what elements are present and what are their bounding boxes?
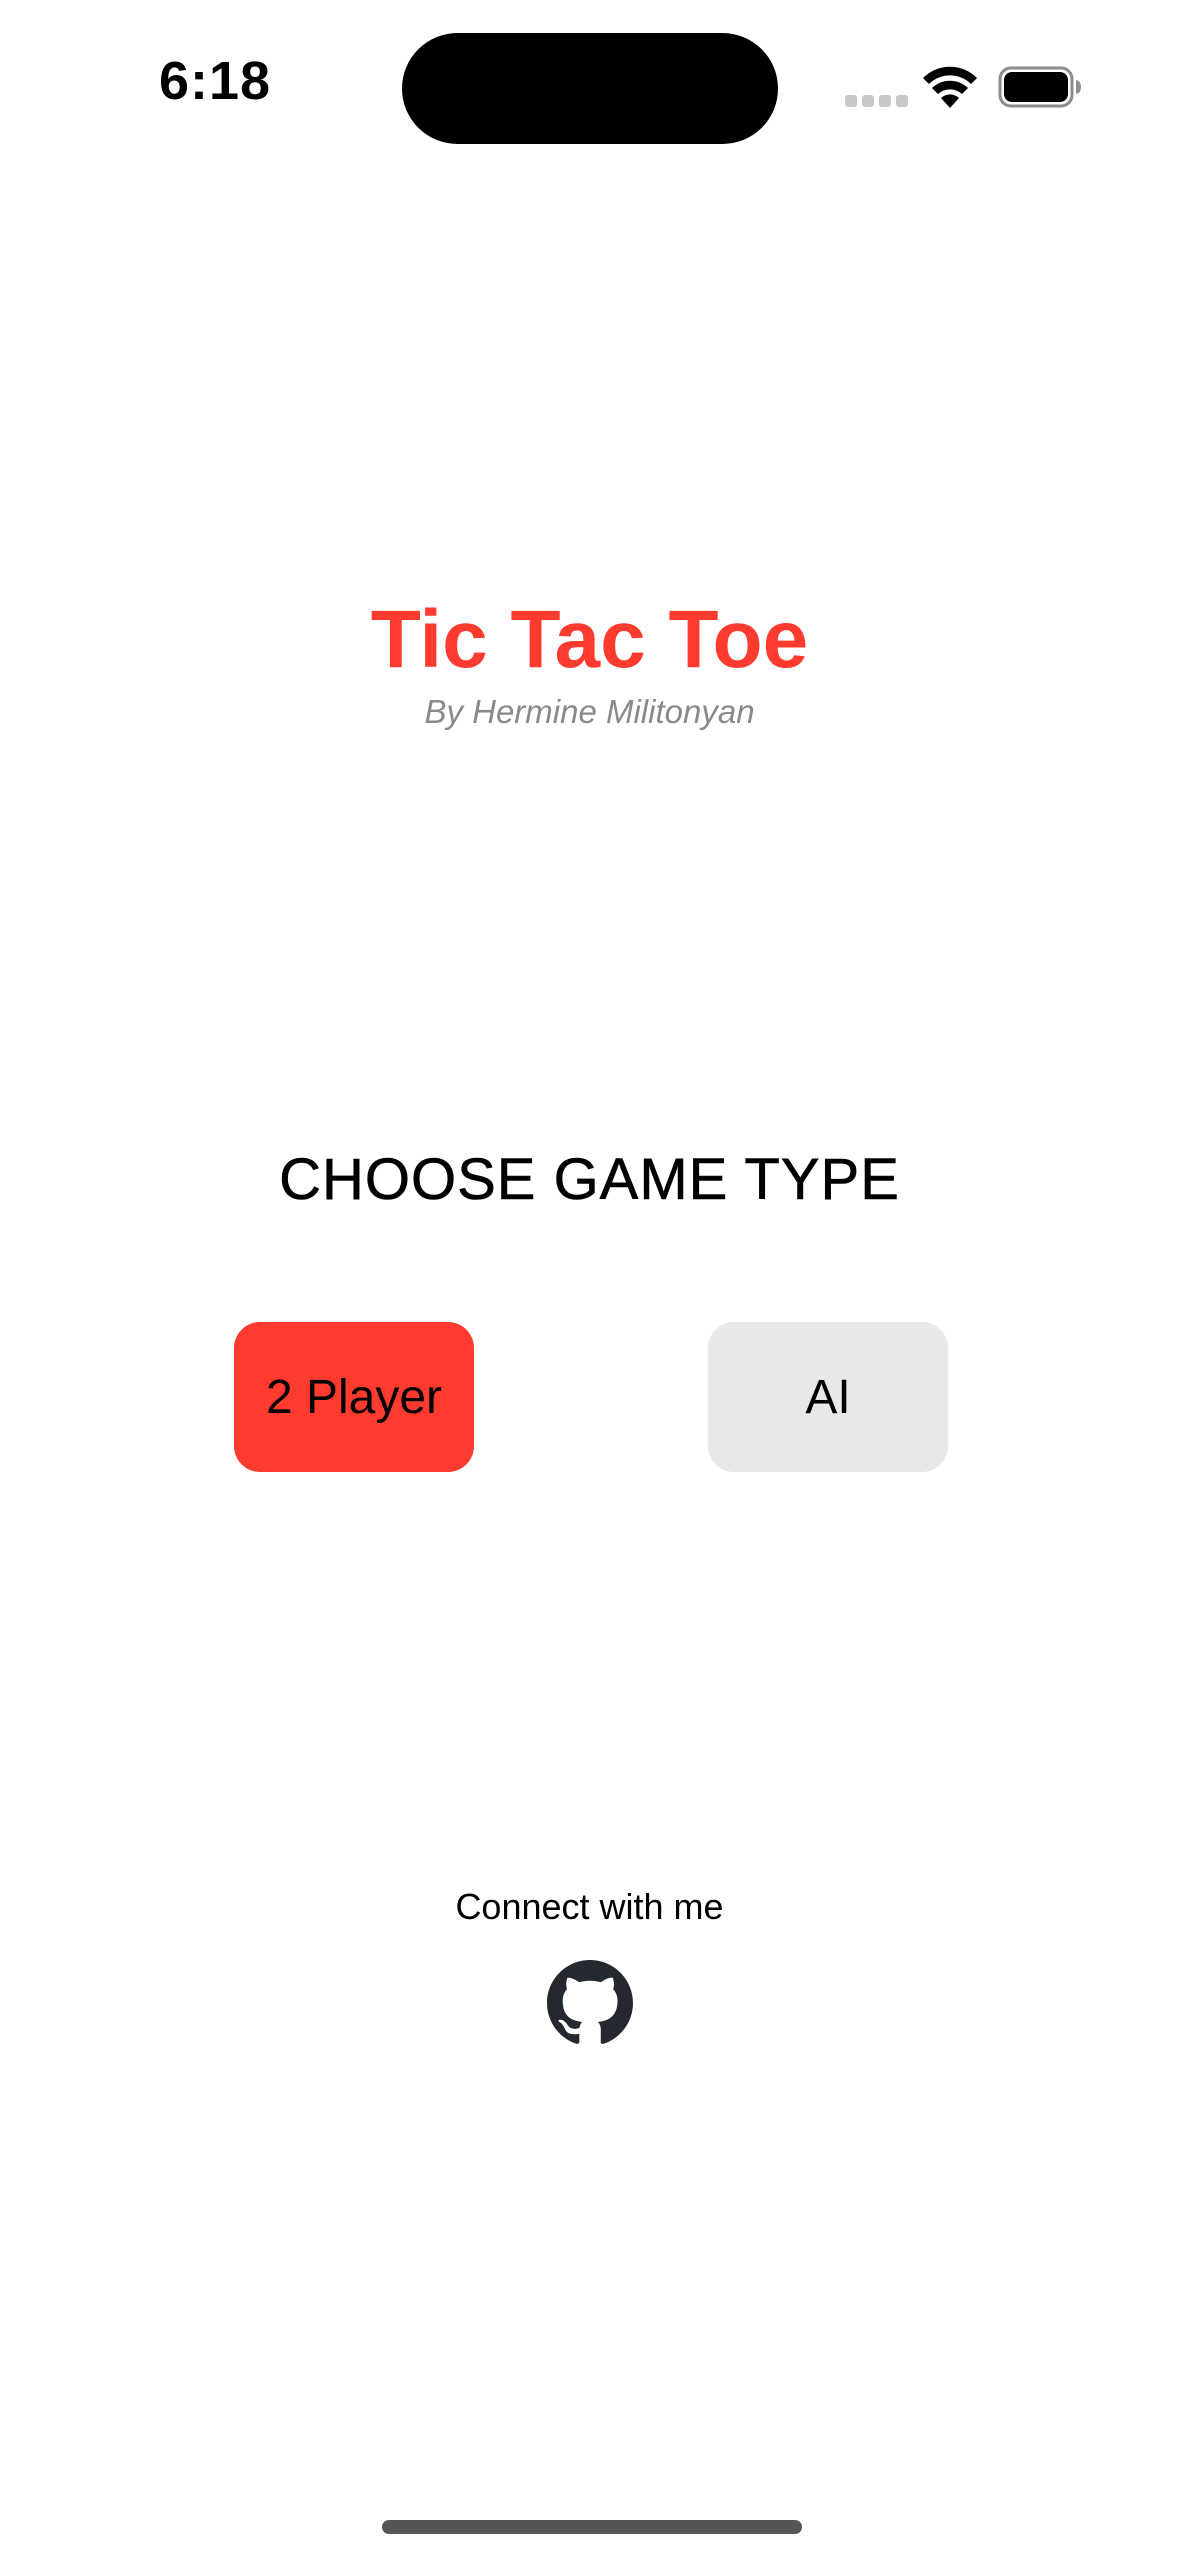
home-indicator[interactable] [382, 2520, 802, 2534]
wifi-icon [923, 66, 977, 108]
github-icon[interactable] [547, 1960, 633, 2046]
two-player-button[interactable]: 2 Player [234, 1322, 474, 1472]
app-subtitle: By Hermine Militonyan [424, 693, 755, 730]
ai-button[interactable]: AI [708, 1322, 948, 1472]
battery-icon [998, 66, 1081, 108]
dynamic-island [402, 33, 778, 144]
choose-game-type-heading: CHOOSE GAME TYPE [279, 1147, 900, 1213]
status-time: 6:18 [158, 51, 272, 111]
connect-label: Connect with me [455, 1886, 724, 1927]
status-bar: 6:18 [0, 0, 1179, 160]
header: Tic Tac Toe By Hermine Militonyan [0, 590, 1179, 734]
signal-icon [845, 95, 908, 107]
app-title: Tic Tac Toe [370, 594, 809, 685]
